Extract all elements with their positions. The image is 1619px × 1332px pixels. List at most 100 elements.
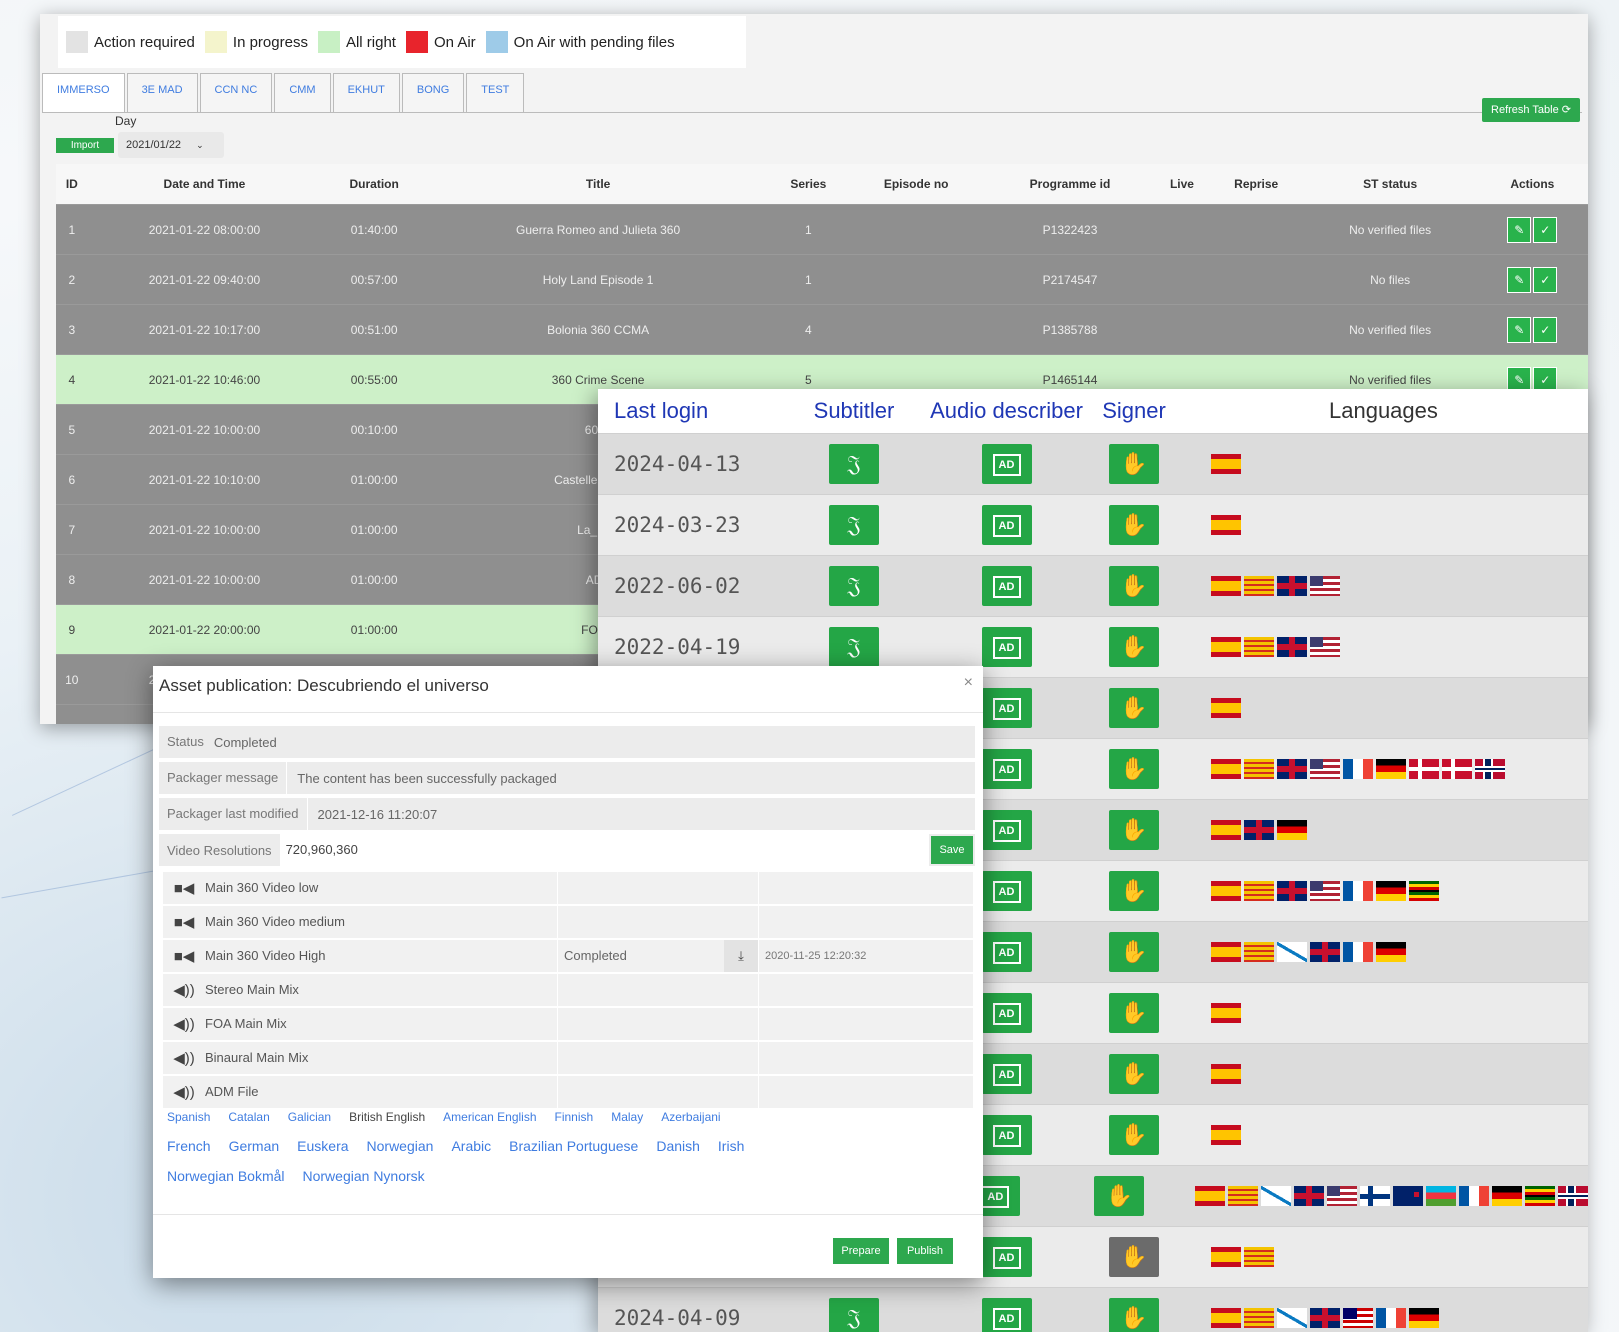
- edit-icon[interactable]: ✎: [1507, 316, 1532, 343]
- language-tab[interactable]: British English: [349, 1110, 425, 1124]
- sign-language-icon[interactable]: ✋: [1109, 993, 1159, 1033]
- resolution-input[interactable]: 720,960,360: [279, 834, 929, 866]
- audio-description-icon[interactable]: AD: [981, 505, 1032, 545]
- subtitler-ear-icon[interactable]: 𝔍: [829, 566, 879, 606]
- edit-icon[interactable]: ✎: [1507, 266, 1532, 293]
- audio-description-icon[interactable]: AD: [981, 993, 1032, 1033]
- publish-button[interactable]: Publish: [897, 1238, 953, 1264]
- column-header[interactable]: Date and Time: [87, 164, 322, 205]
- tab-test[interactable]: TEST: [466, 73, 525, 112]
- audio-description-icon[interactable]: AD: [981, 444, 1032, 484]
- language-tab[interactable]: Galician: [288, 1110, 331, 1124]
- tab-bong[interactable]: BONG: [401, 73, 465, 112]
- sign-language-icon[interactable]: ✋: [1109, 749, 1159, 789]
- column-header[interactable]: Duration: [321, 164, 428, 205]
- language-tab[interactable]: Irish: [718, 1138, 744, 1154]
- download-icon[interactable]: [724, 1008, 758, 1040]
- sign-language-icon[interactable]: ✋: [1109, 444, 1159, 484]
- sign-language-icon[interactable]: ✋: [1094, 1176, 1145, 1216]
- language-tab[interactable]: German: [229, 1138, 280, 1154]
- language-tab[interactable]: Arabic: [451, 1138, 491, 1154]
- tab-ekhut[interactable]: EKHUT: [332, 73, 400, 112]
- edit-icon[interactable]: ✎: [1507, 216, 1532, 243]
- sign-language-icon[interactable]: ✋: [1109, 932, 1159, 972]
- subtitler-ear-icon[interactable]: 𝔍: [829, 505, 879, 545]
- refresh-table-button[interactable]: Refresh Table ⟳: [1482, 98, 1580, 122]
- language-tab[interactable]: Catalan: [228, 1110, 269, 1124]
- date-select[interactable]: 2021/01/22 ⌄: [118, 132, 224, 158]
- audio-description-icon[interactable]: AD: [981, 871, 1032, 911]
- language-tab[interactable]: Malay: [611, 1110, 643, 1124]
- audio-description-icon[interactable]: AD: [981, 566, 1032, 606]
- table-row[interactable]: 3 2021-01-22 10:17:00 00:51:00 Bolonia 360 …: [56, 304, 1588, 355]
- sign-language-icon[interactable]: ✋: [1109, 627, 1159, 667]
- audio-description-icon[interactable]: AD: [981, 627, 1032, 667]
- column-header[interactable]: Actions: [1476, 164, 1588, 205]
- download-icon[interactable]: [724, 974, 758, 1006]
- col-last-login[interactable]: Last login: [598, 398, 784, 424]
- column-header[interactable]: Programme id: [984, 164, 1156, 205]
- column-header[interactable]: Reprise: [1208, 164, 1304, 205]
- col-subtitler[interactable]: Subtitler: [784, 398, 924, 424]
- sign-language-icon[interactable]: ✋: [1109, 1054, 1159, 1094]
- col-audio-describer[interactable]: Audio describer: [924, 398, 1089, 424]
- subtitler-ear-icon[interactable]: 𝔍: [829, 1298, 879, 1332]
- audio-description-icon[interactable]: AD: [981, 932, 1032, 972]
- subtitler-ear-icon[interactable]: 𝔍: [829, 444, 879, 484]
- prepare-button[interactable]: Prepare: [833, 1238, 889, 1264]
- column-header[interactable]: ST status: [1303, 164, 1477, 205]
- column-header[interactable]: Episode no: [847, 164, 985, 205]
- language-tab[interactable]: Azerbaijani: [661, 1110, 720, 1124]
- download-icon[interactable]: [724, 1076, 758, 1108]
- sign-language-icon[interactable]: ✋: [1109, 1237, 1159, 1277]
- tab-cmm[interactable]: CMM: [274, 73, 331, 112]
- language-tab[interactable]: Euskera: [297, 1138, 348, 1154]
- download-icon[interactable]: [724, 1042, 758, 1074]
- audio-description-icon[interactable]: AD: [981, 1115, 1032, 1155]
- publish-icon[interactable]: ✓: [1533, 266, 1558, 293]
- sign-language-icon[interactable]: ✋: [1109, 566, 1159, 606]
- language-tab[interactable]: Norwegian: [367, 1138, 434, 1154]
- column-header[interactable]: Title: [427, 164, 770, 205]
- language-tab[interactable]: Spanish: [167, 1110, 210, 1124]
- audio-description-icon[interactable]: AD: [981, 1054, 1032, 1094]
- language-tab[interactable]: American English: [443, 1110, 536, 1124]
- close-icon[interactable]: ×: [964, 674, 973, 692]
- publish-icon[interactable]: ✓: [1533, 216, 1558, 243]
- col-signer[interactable]: Signer: [1089, 398, 1179, 424]
- sign-language-icon[interactable]: ✋: [1109, 1298, 1159, 1332]
- sign-language-icon[interactable]: ✋: [1109, 1115, 1159, 1155]
- language-tab[interactable]: Norwegian Bokmål: [167, 1168, 285, 1184]
- download-icon[interactable]: ⤓: [724, 940, 758, 972]
- tab-3e-mad[interactable]: 3E MAD: [126, 73, 198, 112]
- download-icon[interactable]: [724, 872, 758, 904]
- audio-description-icon[interactable]: AD: [981, 810, 1032, 850]
- subtitler-ear-icon[interactable]: 𝔍: [829, 627, 879, 667]
- audio-description-icon[interactable]: AD: [981, 688, 1032, 728]
- col-languages[interactable]: Languages: [1179, 398, 1438, 424]
- download-icon[interactable]: [724, 906, 758, 938]
- table-row[interactable]: 1 2021-01-22 08:00:00 01:40:00 Guerra Romeo…: [56, 204, 1588, 255]
- sign-language-icon[interactable]: ✋: [1109, 810, 1159, 850]
- sign-language-icon[interactable]: ✋: [1109, 688, 1159, 728]
- audio-description-icon[interactable]: AD: [981, 1237, 1032, 1277]
- table-row[interactable]: 2 2021-01-22 09:40:00 00:57:00 Holy Land Ep…: [56, 254, 1588, 305]
- sign-language-icon[interactable]: ✋: [1109, 871, 1159, 911]
- import-button[interactable]: Import: [56, 138, 114, 153]
- language-tab[interactable]: Danish: [656, 1138, 700, 1154]
- sign-language-icon[interactable]: ✋: [1109, 505, 1159, 545]
- language-tab[interactable]: Norwegian Nynorsk: [303, 1168, 425, 1184]
- column-header[interactable]: ID: [56, 164, 88, 205]
- language-tab[interactable]: French: [167, 1138, 211, 1154]
- column-header[interactable]: Live: [1155, 164, 1209, 205]
- tab-immerso[interactable]: IMMERSO: [42, 73, 125, 112]
- publish-icon[interactable]: ✓: [1533, 316, 1558, 343]
- tab-ccn-nc[interactable]: CCN NC: [199, 73, 273, 112]
- legend-item: All right: [317, 31, 396, 53]
- language-tab[interactable]: Brazilian Portuguese: [509, 1138, 638, 1154]
- audio-description-icon[interactable]: AD: [981, 1298, 1032, 1332]
- save-button[interactable]: Save: [931, 836, 973, 864]
- language-tab[interactable]: Finnish: [555, 1110, 594, 1124]
- column-header[interactable]: Series: [769, 164, 848, 205]
- audio-description-icon[interactable]: AD: [981, 749, 1032, 789]
